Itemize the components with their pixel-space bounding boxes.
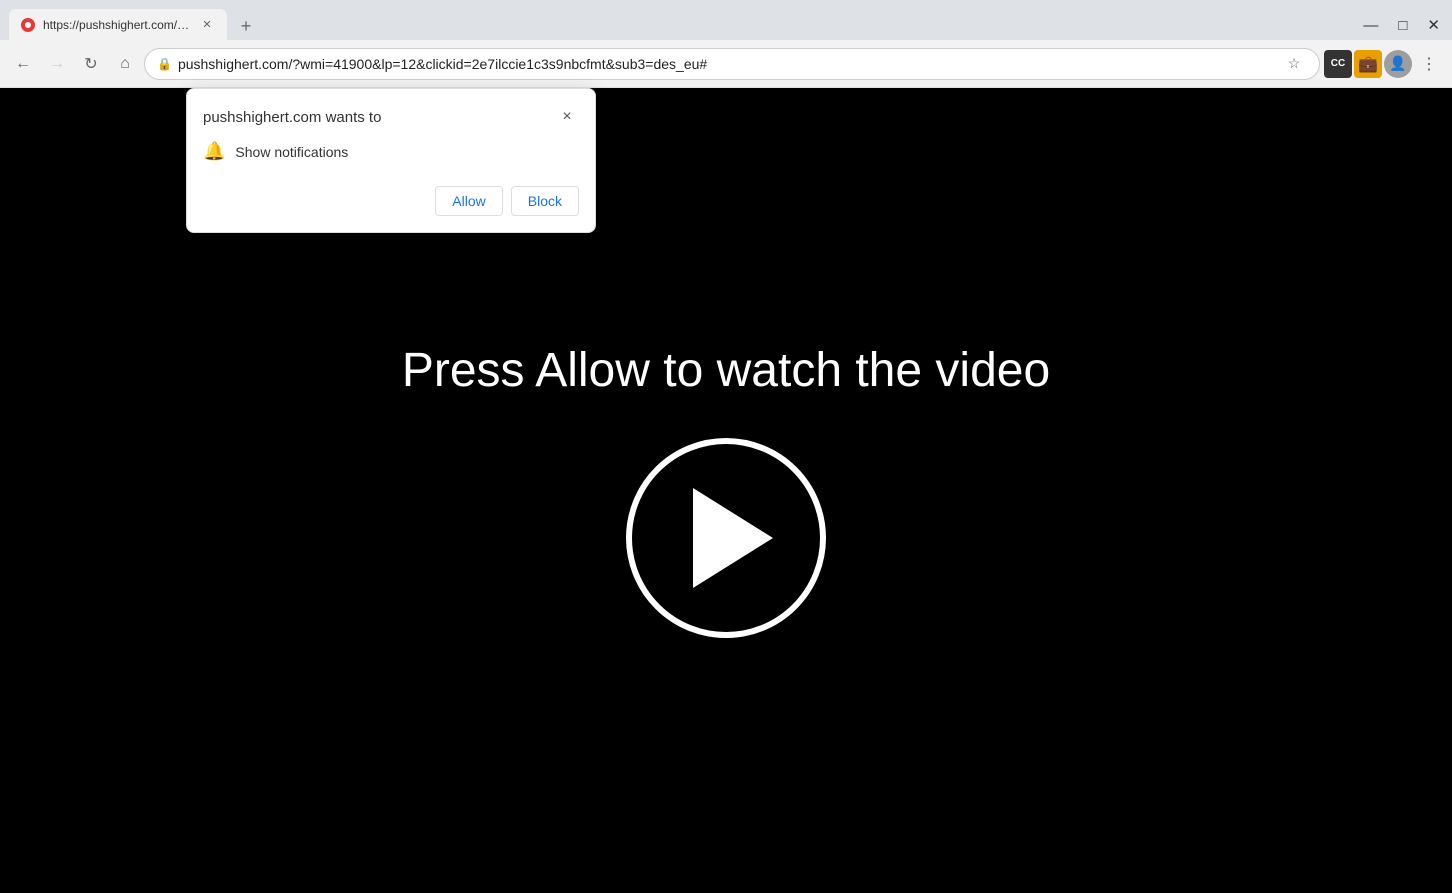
minimize-button[interactable]: — [1363, 17, 1378, 34]
captions-extension-icon[interactable]: CC [1324, 50, 1352, 78]
address-actions: ☆ [1281, 51, 1307, 77]
popup-header: pushshighert.com wants to × [187, 89, 595, 137]
lock-icon: 🔒 [157, 57, 172, 71]
refresh-button[interactable]: ↻ [76, 49, 106, 79]
browser-window: https://pushshighert.com/?wmi= ✕ + — □ ✕… [0, 0, 1452, 893]
bell-icon: 🔔 [203, 141, 225, 162]
new-tab-button[interactable]: + [232, 12, 260, 40]
popup-permission-row: 🔔 Show notifications [187, 137, 595, 178]
close-button[interactable]: ✕ [1427, 16, 1440, 34]
back-button[interactable]: ← [8, 49, 38, 79]
tab-close-button[interactable]: ✕ [199, 17, 215, 33]
toolbar-right: CC 💼 👤 ⋮ [1324, 49, 1444, 79]
browser-content: Press Allow to watch the video pushshigh… [0, 88, 1452, 893]
maximize-button[interactable]: □ [1398, 17, 1407, 34]
popup-close-button[interactable]: × [555, 105, 579, 129]
menu-button[interactable]: ⋮ [1414, 49, 1444, 79]
forward-button[interactable]: → [42, 49, 72, 79]
url-text: pushshighert.com/?wmi=41900&lp=12&clicki… [178, 56, 1275, 72]
play-button[interactable] [626, 438, 826, 638]
popup-title: pushshighert.com wants to [203, 109, 381, 126]
profile-icon: 👤 [1389, 55, 1406, 72]
page-title: Press Allow to watch the video [402, 343, 1050, 398]
notification-popup: pushshighert.com wants to × 🔔 Show notif… [186, 88, 596, 233]
profile-avatar[interactable]: 👤 [1384, 50, 1412, 78]
block-button[interactable]: Block [511, 186, 579, 216]
tab-bar-area: https://pushshighert.com/?wmi= ✕ + — □ ✕ [0, 0, 1452, 40]
tab-label: https://pushshighert.com/?wmi= [43, 18, 191, 32]
permission-text: Show notifications [235, 144, 348, 160]
wallet-extension-icon[interactable]: 💼 [1354, 50, 1382, 78]
play-triangle-icon [693, 488, 773, 588]
cc-label: CC [1331, 58, 1345, 69]
allow-button[interactable]: Allow [435, 186, 502, 216]
home-button[interactable]: ⌂ [110, 49, 140, 79]
tab-favicon [21, 18, 35, 32]
popup-actions: Allow Block [187, 178, 595, 232]
navigation-bar: ← → ↻ ⌂ 🔒 pushshighert.com/?wmi=41900&lp… [0, 40, 1452, 88]
close-icon: × [562, 108, 571, 126]
bookmark-button[interactable]: ☆ [1281, 51, 1307, 77]
address-bar[interactable]: 🔒 pushshighert.com/?wmi=41900&lp=12&clic… [144, 48, 1320, 80]
window-controls: — □ ✕ [1363, 16, 1452, 40]
active-tab[interactable]: https://pushshighert.com/?wmi= ✕ [8, 8, 228, 40]
